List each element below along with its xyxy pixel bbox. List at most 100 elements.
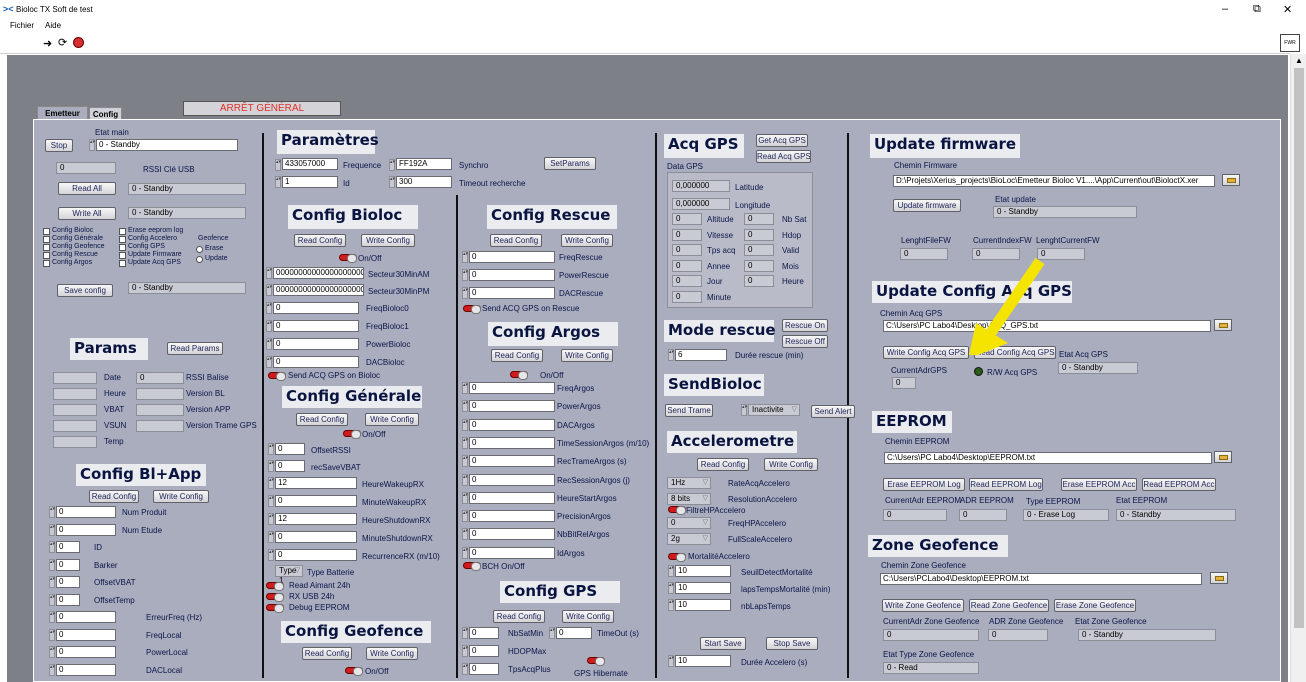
rescue-spin-2[interactable]: ▴▾ (462, 287, 468, 299)
offset-field[interactable]: 0 (275, 443, 305, 455)
argos-field-9[interactable]: 0 (469, 546, 555, 559)
rescue-on[interactable]: Rescue On (782, 319, 828, 332)
fw-chemin-field[interactable]: D:\Projets\Xerius_projects\BioLoc\Emette… (893, 175, 1215, 187)
zone-folder[interactable] (1210, 572, 1228, 584)
dur-spin[interactable]: ▴▾ (668, 655, 674, 667)
argos-spin-3[interactable]: ▴▾ (462, 436, 468, 449)
gen-spin-4[interactable]: ▴▾ (268, 549, 274, 561)
ugps-folder[interactable] (1214, 319, 1232, 331)
send-spin[interactable]: ▴▾ (741, 404, 747, 416)
dur-field[interactable]: 10 (675, 655, 731, 667)
rescue-spin-0[interactable]: ▴▾ (462, 251, 468, 263)
menu-fichier[interactable]: Fichier (10, 21, 34, 30)
blapp-spin-1[interactable]: ▴▾ (49, 523, 55, 536)
checkbox-r-3[interactable] (119, 252, 126, 259)
zone-b1[interactable]: Write Zone Geofence (882, 599, 964, 612)
eeprom-chemin-field[interactable]: C:\Users\PC Labo4\Desktop\EEPROM.txt (884, 452, 1212, 464)
start-save[interactable]: Start Save (700, 637, 746, 650)
blapp-spin-5[interactable]: ▴▾ (49, 593, 55, 606)
gen-field-4[interactable]: 0 (275, 549, 357, 561)
gen-field-0[interactable]: 12 (275, 477, 357, 489)
rescue-field-1[interactable]: 0 (469, 269, 555, 281)
rescue-send-toggle[interactable] (463, 305, 481, 314)
checkbox-r-4[interactable] (119, 260, 126, 267)
send-sel[interactable]: Inactivite ▽ (748, 404, 800, 416)
nbsat-spin[interactable]: ▴▾ (462, 627, 468, 639)
acc-num-spin-2[interactable]: ▴▾ (668, 599, 674, 611)
bioloc-field-0[interactable]: 0 (273, 302, 359, 314)
timeout-field[interactable]: 300 (396, 176, 452, 188)
hdop-field[interactable]: 0 (469, 645, 499, 657)
mode-spin[interactable]: ▴▾ (668, 349, 674, 361)
acc-num-spin-1[interactable]: ▴▾ (668, 582, 674, 594)
gen-spin-1[interactable]: ▴▾ (268, 495, 274, 507)
checkbox-4[interactable] (43, 260, 50, 267)
rescue-write[interactable]: Write Config (561, 234, 613, 247)
bioloc-spin-3[interactable]: ▴▾ (266, 356, 272, 368)
bioloc-field-3[interactable]: 0 (273, 356, 359, 368)
bioloc-toggle[interactable] (339, 254, 357, 263)
gps-write[interactable]: Write Config (562, 610, 614, 623)
gen-spin-3[interactable]: ▴▾ (268, 531, 274, 543)
zone-b2[interactable]: Read Zone Geofence (969, 599, 1049, 612)
etat-main-field[interactable]: 0 - Standby (96, 139, 238, 151)
get-acq-button[interactable]: Get Acq GPS (756, 134, 808, 147)
blapp-write[interactable]: Write Config (153, 490, 209, 503)
maximize-button[interactable]: ⧉ (1253, 3, 1261, 16)
accel-sel-2[interactable]: 0 ▽ (667, 517, 711, 529)
gen-spin-2[interactable]: ▴▾ (268, 513, 274, 525)
rescue-field-2[interactable]: 0 (469, 287, 555, 299)
checkbox-r-1[interactable] (119, 236, 126, 243)
nbsat-field[interactable]: 0 (469, 627, 499, 639)
etat-main-spinner[interactable]: ▴▾ (89, 139, 95, 151)
zone-chemin-field[interactable]: C:\Users\PCLabo4\Desktop\EEPROM.txt (880, 573, 1202, 585)
blapp-field-8[interactable]: 0 (56, 646, 116, 658)
accel-sel-1[interactable]: 8 bits ▽ (667, 493, 711, 505)
blapp-read[interactable]: Read Config (89, 490, 139, 503)
debug-toggle[interactable] (266, 604, 284, 613)
blapp-field-1[interactable]: 0 (56, 523, 116, 536)
argos-field-7[interactable]: 0 (469, 510, 555, 523)
s-pm-spin[interactable]: ▴▾ (266, 284, 272, 296)
run-continuous-icon[interactable]: ⟳ (58, 36, 67, 49)
geofence-toggle[interactable] (345, 667, 363, 676)
argos-read[interactable]: Read Config (491, 349, 543, 362)
argos-spin-6[interactable]: ▴▾ (462, 491, 468, 504)
blapp-spin-3[interactable]: ▴▾ (49, 558, 55, 571)
gen-field-3[interactable]: 0 (275, 531, 357, 543)
rec-spin[interactable]: ▴▾ (268, 460, 274, 472)
argos-spin-9[interactable]: ▴▾ (462, 546, 468, 559)
gps-timeout-field[interactable]: 0 (556, 627, 592, 639)
accel-write[interactable]: Write Config (764, 458, 818, 471)
freq-field[interactable]: 433057000 (282, 158, 338, 170)
argos-field-5[interactable]: 0 (469, 473, 555, 486)
read-params-button[interactable]: Read Params (167, 342, 223, 355)
blapp-spin-0[interactable]: ▴▾ (49, 506, 55, 518)
geofence-read[interactable]: Read Config (302, 647, 352, 660)
accel-sel-0[interactable]: 1Hz ▽ (667, 477, 711, 489)
checkbox-0[interactable] (43, 228, 50, 235)
bioloc-spin-1[interactable]: ▴▾ (266, 320, 272, 332)
bioloc-field-2[interactable]: 0 (273, 338, 359, 350)
argos-spin-2[interactable]: ▴▾ (462, 418, 468, 431)
acc-num-field-0[interactable]: 10 (675, 565, 731, 577)
argos-field-0[interactable]: 0 (469, 382, 555, 394)
gps-timeout-spin[interactable]: ▴▾ (549, 627, 555, 639)
ugps-write[interactable]: Write Config Acq GPS (883, 346, 969, 359)
send-alert[interactable]: Send Alert (811, 405, 855, 418)
rescue-spin-1[interactable]: ▴▾ (462, 269, 468, 281)
gen-spin-0[interactable]: ▴▾ (268, 477, 274, 489)
id-spin[interactable]: ▴▾ (275, 176, 281, 188)
generale-write[interactable]: Write Config (365, 413, 419, 426)
send-trame[interactable]: Send Trame (665, 404, 713, 417)
checkbox-r-2[interactable] (119, 244, 126, 251)
argos-field-8[interactable]: 0 (469, 528, 555, 541)
s-pm-field[interactable]: 000000000000000000000000 (273, 284, 364, 296)
scroll-thumb[interactable] (1294, 68, 1304, 628)
s-am-spin[interactable]: ▴▾ (266, 267, 272, 279)
rescue-off[interactable]: Rescue Off (782, 335, 828, 348)
timeout-spin[interactable]: ▴▾ (389, 176, 395, 188)
argos-write[interactable]: Write Config (561, 349, 613, 362)
argos-spin-1[interactable]: ▴▾ (462, 400, 468, 413)
blapp-field-9[interactable]: 0 (56, 663, 116, 676)
